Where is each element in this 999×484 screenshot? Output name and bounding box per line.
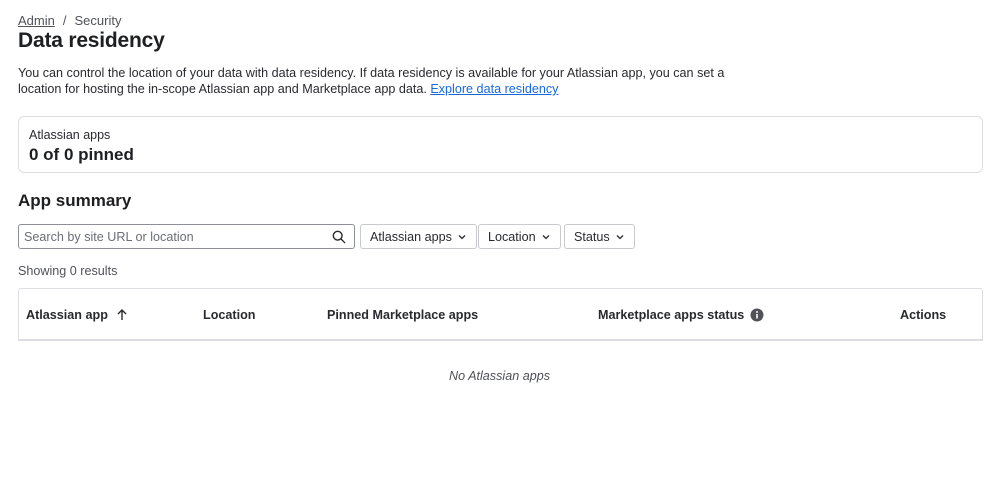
search-input[interactable] <box>24 228 324 246</box>
column-label-atlassian-app: Atlassian app <box>26 307 108 322</box>
page-title: Data residency <box>18 29 165 52</box>
atlassian-apps-filter-label: Atlassian apps <box>370 229 452 244</box>
stat-card-label: Atlassian apps <box>29 128 111 142</box>
empty-state-message: No Atlassian apps <box>448 369 551 383</box>
breadcrumb-admin-link[interactable]: Admin <box>18 13 55 28</box>
status-filter[interactable]: Status <box>564 224 635 249</box>
column-header-atlassian-app[interactable]: Atlassian app <box>26 289 128 340</box>
breadcrumb-current: Security <box>74 13 122 28</box>
search-field[interactable] <box>18 224 355 249</box>
column-header-pinned-marketplace-apps: Pinned Marketplace apps <box>327 289 478 340</box>
search-icon[interactable] <box>332 230 346 244</box>
results-count: Showing 0 results <box>18 264 118 278</box>
column-header-actions: Actions <box>900 289 946 340</box>
atlassian-apps-card: Atlassian apps 0 of 0 pinned <box>18 116 983 173</box>
breadcrumb: Admin / Security <box>18 13 121 28</box>
status-filter-label: Status <box>574 229 610 244</box>
arrow-up-icon[interactable] <box>116 308 128 321</box>
atlassian-apps-filter[interactable]: Atlassian apps <box>360 224 477 249</box>
app-summary-table: Atlassian app Location Pinned Marketplac… <box>18 288 983 341</box>
column-label-location: Location <box>203 307 256 322</box>
app-summary-title: App summary <box>18 191 132 210</box>
column-header-marketplace-apps-status: Marketplace apps status <box>598 289 764 340</box>
column-label-marketplace-apps-status: Marketplace apps status <box>598 307 745 322</box>
location-filter[interactable]: Location <box>478 224 561 249</box>
explore-data-residency-link[interactable]: Explore data residency <box>430 82 558 96</box>
chevron-down-icon <box>616 234 624 239</box>
column-header-location: Location <box>203 289 255 340</box>
page-description: You can control the location of your dat… <box>18 65 758 97</box>
breadcrumb-separator: / <box>62 13 67 28</box>
chevron-down-icon <box>458 234 466 239</box>
chevron-down-icon <box>542 234 550 239</box>
info-icon[interactable] <box>750 308 764 322</box>
stat-card-value: 0 of 0 pinned <box>29 145 134 164</box>
column-label-pinned-marketplace-apps: Pinned Marketplace apps <box>327 307 479 322</box>
location-filter-label: Location <box>488 229 536 244</box>
description-text: You can control the location of your dat… <box>18 66 725 96</box>
column-label-actions: Actions <box>900 307 947 322</box>
